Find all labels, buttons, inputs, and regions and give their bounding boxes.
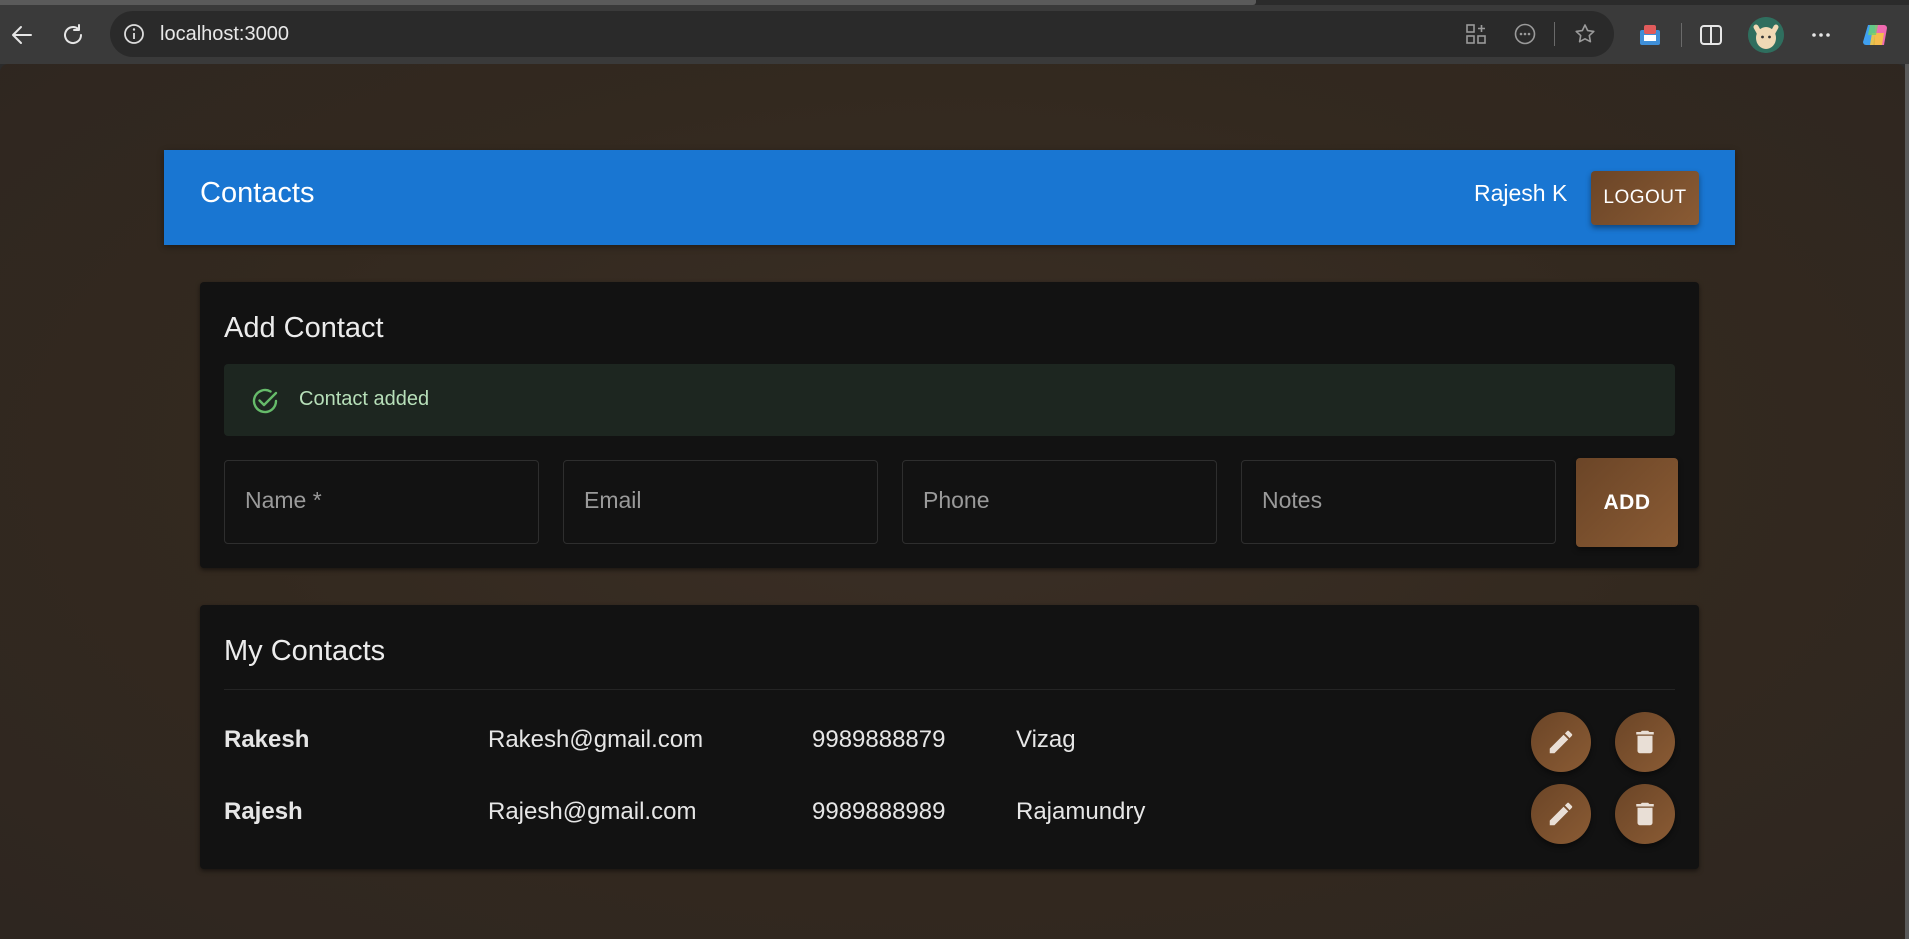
address-bar-divider [1554,22,1555,46]
delete-button[interactable] [1615,784,1675,844]
contact-notes: Rajamundry [1016,798,1146,825]
split-screen-icon[interactable] [1691,5,1731,64]
contact-row: Rajesh Rajesh@gmail.com 9989888989 Rajam… [200,778,1699,848]
window-edge [1905,64,1909,939]
trash-icon [1636,802,1654,826]
info-icon[interactable] [122,22,146,46]
notes-input[interactable]: Notes [1241,460,1556,544]
more-icon[interactable] [1801,5,1841,64]
contact-email: Rajesh@gmail.com [488,798,697,825]
add-button[interactable]: ADD [1576,458,1678,547]
app-title: Contacts [200,177,315,209]
extension-icon[interactable] [1630,5,1670,64]
add-contact-title: Add Contact [224,312,384,344]
page-actions-icon[interactable] [1513,22,1537,46]
my-contacts-title: My Contacts [224,635,386,667]
apps-icon[interactable] [1464,22,1488,46]
url-text[interactable]: localhost:3000 [160,23,289,46]
app-header: Contacts Rajesh K LOGOUT [164,150,1735,245]
user-name: Rajesh K [1474,180,1568,206]
page-viewport: Contacts Rajesh K LOGOUT Add Contact Con… [0,64,1905,939]
my-contacts-card: My Contacts Rakesh Rakesh@gmail.com 9989… [200,605,1699,869]
back-arrow-icon[interactable] [0,5,44,64]
contact-row: Rakesh Rakesh@gmail.com 9989888879 Vizag [200,706,1699,776]
alert-message: Contact added [299,388,430,410]
refresh-icon[interactable] [51,5,95,64]
contact-notes: Vizag [1016,726,1076,753]
toolbar-divider [1681,23,1682,47]
add-contact-card: Add Contact Contact added Name * Email P… [200,282,1699,568]
contact-email: Rakesh@gmail.com [488,726,704,753]
email-input[interactable]: Email [563,460,878,544]
edit-button[interactable] [1531,784,1591,844]
browser-toolbar: localhost:3000 [0,5,1909,64]
success-alert: Contact added [224,364,1675,436]
pencil-icon [1549,802,1573,826]
contact-phone: 9989888989 [812,798,946,825]
pencil-icon [1549,730,1573,754]
phone-input[interactable]: Phone [902,460,1217,544]
contact-name: Rakesh [224,726,310,753]
address-bar[interactable]: localhost:3000 [110,11,1614,57]
check-circle-icon [252,388,278,414]
logout-button[interactable]: LOGOUT [1591,171,1699,225]
copilot-icon[interactable] [1856,5,1896,64]
list-divider [224,689,1675,690]
trash-icon [1636,730,1654,754]
star-icon[interactable] [1573,22,1597,46]
profile-avatar[interactable] [1748,17,1784,53]
contact-phone: 9989888879 [812,726,946,753]
contact-name: Rajesh [224,798,303,825]
name-input[interactable]: Name * [224,460,539,544]
delete-button[interactable] [1615,712,1675,772]
edit-button[interactable] [1531,712,1591,772]
